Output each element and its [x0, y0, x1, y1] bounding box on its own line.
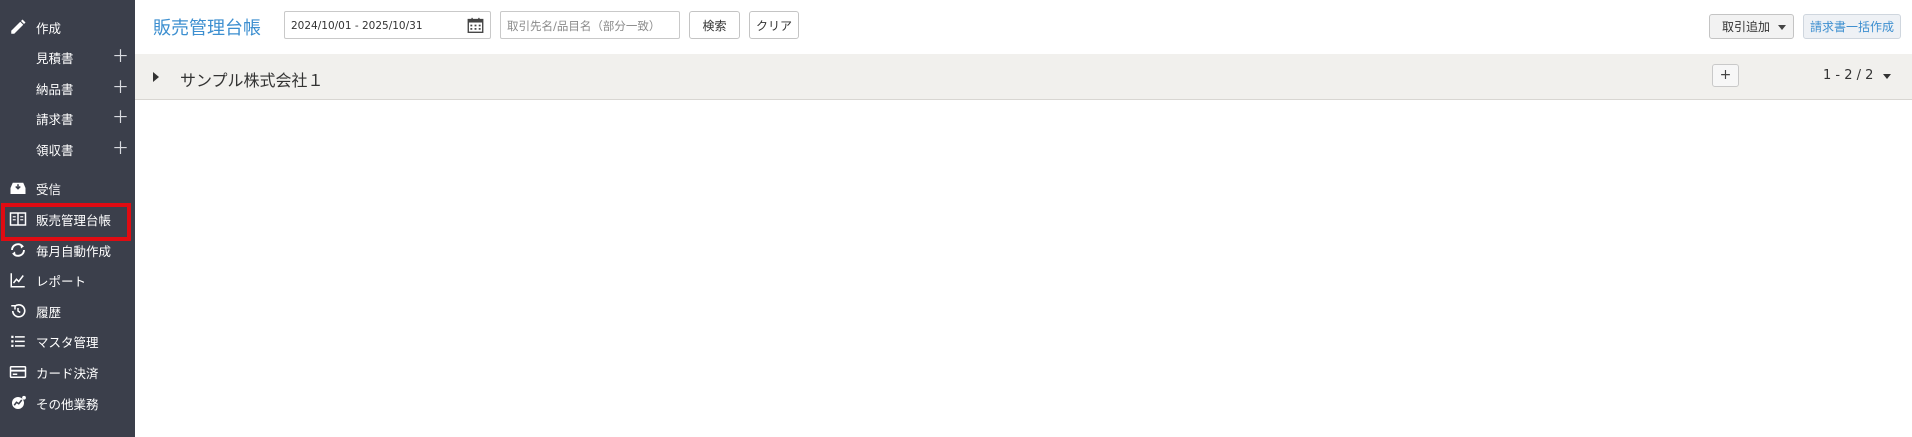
page-title: 販売管理台帳 [153, 18, 261, 39]
add-invoice-button[interactable]: ＋ [112, 110, 129, 127]
sidebar-item-history[interactable]: 履歴 [0, 298, 135, 324]
sidebar-item-invoice[interactable]: 請求書 ＋ [0, 105, 135, 131]
sidebar-item-delivery[interactable]: 納品書 ＋ [0, 75, 135, 101]
sidebar-item-receipt[interactable]: 領収書 ＋ [0, 136, 135, 162]
calendar-icon[interactable] [467, 17, 484, 34]
sidebar-item-label: レポート [36, 273, 87, 289]
credit-card-icon [8, 362, 28, 382]
bulk-invoice-button[interactable]: 請求書一括作成 [1803, 14, 1901, 39]
sidebar-item-ledger[interactable]: 販売管理台帳 [0, 206, 135, 232]
sidebar-item-label: 納品書 [36, 81, 74, 97]
add-transaction-button[interactable]: 取引追加 [1709, 14, 1794, 39]
sidebar-item-label: 作成 [36, 20, 62, 36]
sidebar-item-create[interactable]: 作成 [0, 14, 135, 40]
sidebar-item-master[interactable]: マスタ管理 [0, 328, 135, 354]
sidebar-item-report[interactable]: レポート [0, 267, 135, 293]
search-input[interactable] [507, 17, 673, 34]
ledger-book-icon [8, 209, 28, 229]
clear-button[interactable]: クリア [749, 11, 799, 39]
pagination-selector[interactable]: 1 - 2 / 2 [1823, 68, 1873, 83]
sidebar-item-label: 請求書 [36, 111, 74, 127]
sidebar-item-label: 販売管理台帳 [36, 212, 112, 228]
sidebar: 作成 見積書 ＋ 納品書 ＋ 請求書 ＋ 領収書 ＋ 受信 販売管理台帳 毎月自… [0, 0, 135, 437]
sidebar-item-other[interactable]: その他業務 [0, 390, 135, 416]
sidebar-item-label: 領収書 [36, 142, 74, 158]
refresh-icon [8, 240, 28, 260]
expand-triangle-icon[interactable] [153, 72, 159, 82]
add-row-button[interactable]: + [1712, 64, 1739, 87]
add-delivery-button[interactable]: ＋ [112, 80, 129, 97]
sidebar-item-monthly-auto[interactable]: 毎月自動作成 [0, 237, 135, 263]
add-estimate-button[interactable]: ＋ [112, 49, 129, 66]
add-transaction-label: 取引追加 [1722, 20, 1771, 34]
sidebar-item-inbox[interactable]: 受信 [0, 175, 135, 201]
date-range-input[interactable] [291, 17, 461, 34]
history-icon [8, 301, 28, 321]
search-button[interactable]: 検索 [689, 11, 740, 39]
chevron-down-icon[interactable] [1883, 74, 1891, 79]
customer-group-row[interactable]: サンプル株式会社１ + 1 - 2 / 2 [135, 54, 1912, 100]
sidebar-item-estimate[interactable]: 見積書 ＋ [0, 44, 135, 70]
list-icon [8, 331, 28, 351]
inbox-icon [8, 178, 28, 198]
sidebar-item-label: その他業務 [36, 396, 99, 412]
add-receipt-button[interactable]: ＋ [112, 141, 129, 158]
sidebar-item-card-payment[interactable]: カード決済 [0, 359, 135, 385]
gear-chart-icon [8, 393, 28, 413]
sidebar-item-label: 履歴 [36, 304, 62, 320]
sidebar-item-label: マスタ管理 [36, 334, 99, 350]
sidebar-item-label: 毎月自動作成 [36, 243, 112, 259]
chevron-down-icon [1778, 25, 1786, 30]
search-field[interactable] [500, 11, 680, 39]
date-range-field[interactable] [284, 11, 491, 39]
line-chart-icon [8, 270, 28, 290]
customer-name: サンプル株式会社１ [180, 71, 324, 90]
sidebar-item-label: カード決済 [36, 365, 99, 381]
sidebar-item-label: 受信 [36, 181, 62, 197]
pencil-icon [8, 17, 28, 37]
sidebar-item-label: 見積書 [36, 50, 74, 66]
